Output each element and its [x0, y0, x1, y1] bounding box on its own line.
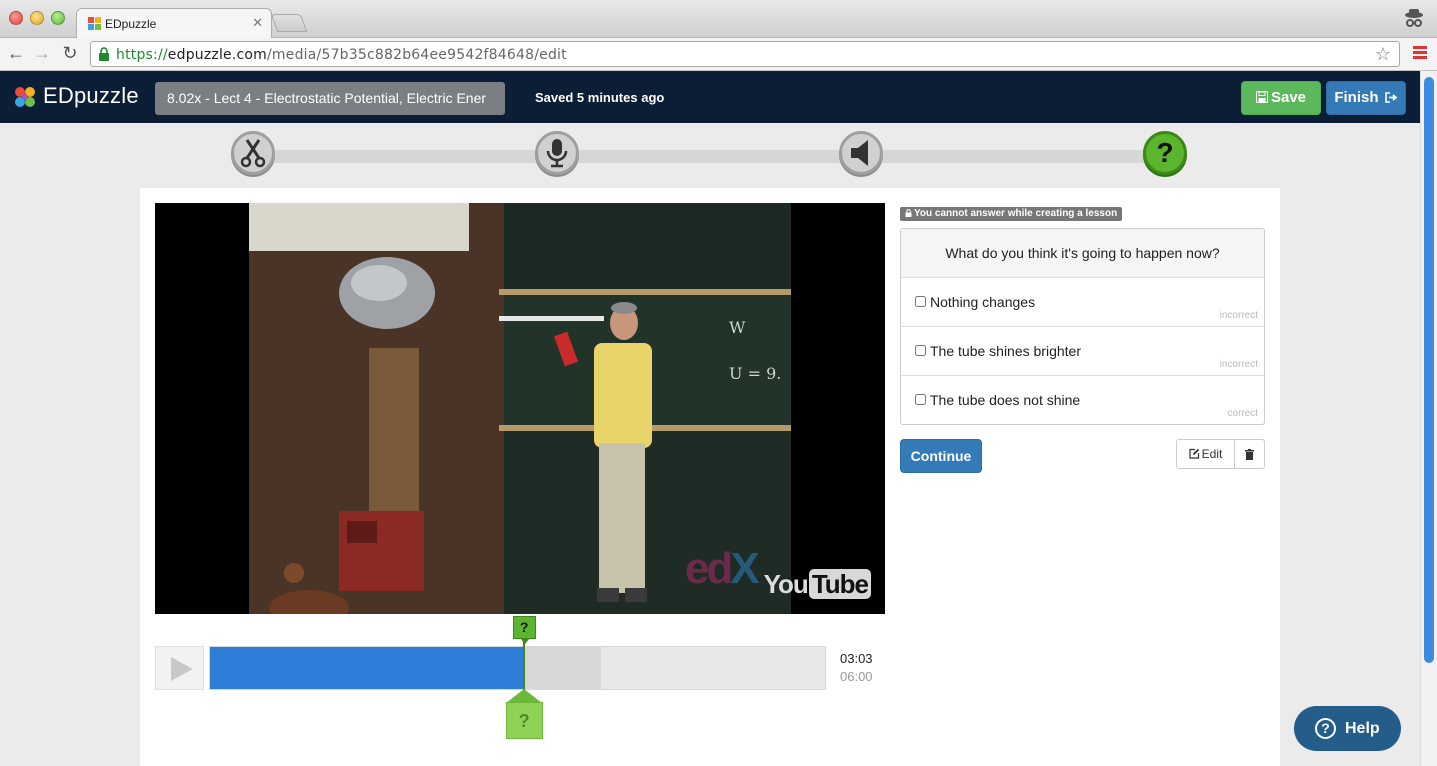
timeline-playhead[interactable]: [522, 640, 525, 690]
browser-tab[interactable]: EDpuzzle ✕: [76, 8, 272, 39]
url-scheme: https://: [116, 47, 168, 63]
reload-icon[interactable]: ↻: [60, 43, 80, 64]
step-voiceover[interactable]: [535, 131, 579, 175]
finish-label: Finish: [1334, 89, 1379, 106]
continue-button[interactable]: Continue: [900, 439, 982, 473]
address-bar[interactable]: https://edpuzzle.com/media/57b35c882b64e…: [90, 41, 1400, 67]
trash-icon: [1245, 448, 1254, 460]
answer-checkbox[interactable]: [915, 394, 926, 405]
youtube-logo-you: You: [763, 569, 809, 599]
step-cut[interactable]: [231, 131, 275, 175]
edit-icon: [1189, 448, 1199, 459]
tab-title: EDpuzzle: [105, 17, 157, 31]
save-label: Save: [1270, 89, 1307, 106]
bookmark-star-icon[interactable]: ☆: [1375, 44, 1391, 65]
question-marker-top[interactable]: ?: [512, 616, 536, 644]
delete-question-button[interactable]: [1235, 440, 1264, 468]
current-time: 03:03: [840, 651, 873, 666]
creation-notice-text: You cannot answer while creating a lesso…: [914, 208, 1118, 219]
edpuzzle-logo-icon: [15, 87, 35, 107]
tab-close-icon[interactable]: ✕: [252, 15, 263, 31]
answer-correctness-tag: correct: [1227, 408, 1258, 419]
video-player[interactable]: W U = 9. edX You Tube: [155, 203, 885, 614]
edit-question-button[interactable]: Edit: [1177, 440, 1235, 468]
edpuzzle-favicon-icon: [88, 17, 101, 30]
answer-correctness-tag: incorrect: [1219, 359, 1258, 370]
scissors-icon: [240, 139, 266, 168]
save-button[interactable]: Save: [1241, 81, 1321, 115]
scrollbar-thumb[interactable]: [1424, 77, 1434, 663]
total-time: 06:00: [840, 669, 873, 684]
youtube-logo[interactable]: You Tube: [764, 569, 871, 600]
play-button[interactable]: [155, 646, 204, 690]
answer-checkbox[interactable]: [915, 296, 926, 307]
url-host: edpuzzle.com: [167, 47, 268, 63]
answer-option[interactable]: Nothing changes incorrect: [901, 278, 1264, 327]
video-title-input[interactable]: 8.02x - Lect 4 - Electrostatic Potential…: [155, 82, 505, 115]
url-path: /media/57b35c882b64ee9542f84648/edit: [267, 47, 567, 63]
question-box: What do you think it's going to happen n…: [900, 228, 1265, 425]
forward-arrow-icon[interactable]: →: [32, 43, 52, 64]
url-text: https://edpuzzle.com/media/57b35c882b64e…: [116, 47, 567, 63]
question-icon: ?: [1156, 137, 1174, 168]
browser-menu-icon[interactable]: [1413, 46, 1427, 60]
answer-label: The tube does not shine: [930, 392, 1081, 408]
help-question-icon: ?: [1315, 718, 1336, 739]
editor-steps-track: [253, 150, 1168, 163]
zoom-window-button[interactable]: [51, 11, 65, 25]
answer-option[interactable]: The tube does not shine correct: [901, 376, 1264, 425]
new-tab-button[interactable]: [270, 14, 308, 32]
timeline-progress: [210, 647, 524, 689]
lock-icon: [905, 209, 912, 217]
answer-checkbox[interactable]: [915, 345, 926, 356]
help-button[interactable]: ? Help: [1294, 706, 1401, 751]
svg-text:U = 9.: U = 9.: [729, 364, 781, 383]
help-label: Help: [1345, 720, 1380, 737]
youtube-logo-tube: Tube: [808, 569, 871, 599]
saved-status: Saved 5 minutes ago: [535, 90, 665, 105]
browser-toolbar: ← → ↻ https://edpuzzle.com/media/57b35c8…: [0, 38, 1437, 71]
answer-option[interactable]: The tube shines brighter incorrect: [901, 327, 1264, 376]
answer-label: The tube shines brighter: [930, 343, 1081, 359]
speaker-icon: [851, 140, 868, 166]
page-scrollbar[interactable]: [1420, 71, 1437, 766]
close-window-button[interactable]: [9, 11, 23, 25]
back-arrow-icon[interactable]: ←: [6, 43, 26, 64]
question-text: What do you think it's going to happen n…: [901, 229, 1264, 278]
question-marker-handle[interactable]: ?: [505, 689, 543, 739]
step-quiz[interactable]: ?: [1143, 131, 1187, 175]
floppy-disk-icon: [1255, 91, 1268, 103]
microphone-icon: [546, 139, 568, 168]
logo-text: EDpuzzle: [43, 83, 139, 108]
answer-correctness-tag: incorrect: [1219, 310, 1258, 321]
app-header: EDpuzzle 8.02x - Lect 4 - Electrostatic …: [0, 71, 1420, 123]
incognito-icon: [1405, 9, 1423, 27]
edx-watermark: edX: [685, 544, 760, 593]
svg-text:W: W: [729, 318, 746, 337]
sign-out-icon: [1384, 92, 1398, 103]
video-timeline[interactable]: [209, 646, 826, 690]
minimize-window-button[interactable]: [30, 11, 44, 25]
browser-titlebar: EDpuzzle ✕: [0, 0, 1437, 39]
question-actions: Edit: [1176, 439, 1265, 469]
lock-icon: [99, 47, 109, 61]
finish-button[interactable]: Finish: [1326, 81, 1406, 115]
edit-label: Edit: [1201, 447, 1223, 461]
creation-notice-badge: You cannot answer while creating a lesso…: [900, 207, 1123, 221]
step-audio-notes[interactable]: [839, 131, 883, 175]
answer-label: Nothing changes: [930, 294, 1036, 310]
